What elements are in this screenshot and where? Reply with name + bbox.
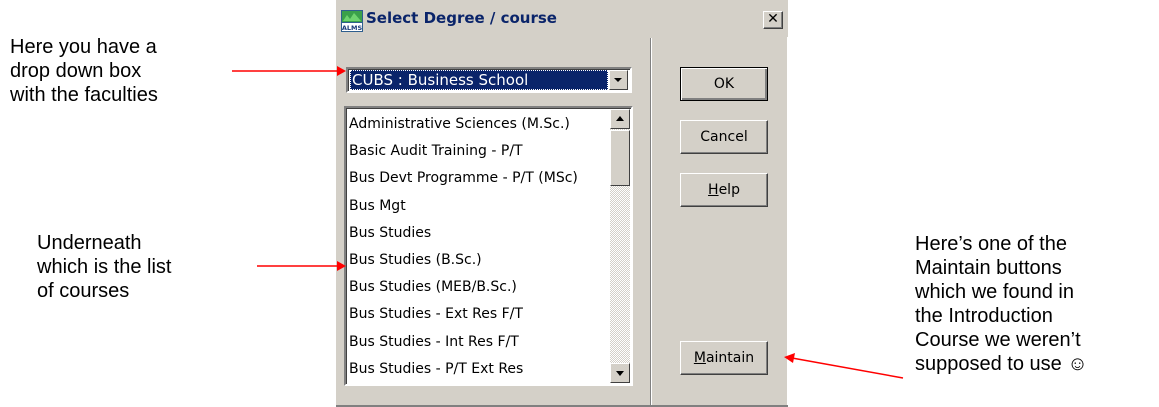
course-list-item[interactable]: Bus Devt Programme - P/T (MSc) xyxy=(349,165,611,192)
annotation-courses: Underneath which is the list of courses xyxy=(37,231,172,303)
annotation-line: of courses xyxy=(37,280,130,302)
faculty-dropdown-value: CUBS : Business School xyxy=(350,70,608,90)
annotation-faculties: Here you have a drop down box with the f… xyxy=(10,35,158,107)
course-list-item[interactable]: Bus Studies (B.Sc.) xyxy=(349,247,611,274)
annotation-line: Here you have a xyxy=(10,36,157,58)
app-icon-label: ALMS xyxy=(342,24,363,32)
arrow-to-maintain-button xyxy=(791,357,904,379)
annotation-line: drop down box xyxy=(10,60,142,82)
annotation-line: Maintain buttons xyxy=(915,257,1062,279)
course-list-items: Administrative Sciences (M.Sc.) Basic Aud… xyxy=(349,111,611,383)
annotation-line: supposed to use ☺ xyxy=(915,353,1088,375)
annotation-line: Here’s one of the xyxy=(915,233,1067,255)
alms-app-icon: ALMS xyxy=(341,10,363,32)
ok-button[interactable]: OK xyxy=(680,67,768,101)
course-list-item[interactable]: Bus Studies xyxy=(349,220,611,247)
annotation-line: Underneath xyxy=(37,232,142,254)
maintain-mnemonic: M xyxy=(693,350,706,366)
arrow-up-icon xyxy=(616,116,624,121)
faculty-dropdown[interactable]: CUBS : Business School xyxy=(346,67,632,93)
dialog-title: Select Degree / course xyxy=(366,9,557,27)
cancel-button[interactable]: Cancel xyxy=(680,120,768,154)
maintain-button[interactable]: Maintain xyxy=(680,341,768,375)
annotation-maintain: Here’s one of the Maintain buttons which… xyxy=(915,232,1088,376)
course-list-item[interactable]: Bus Studies - P/T Ext Res xyxy=(349,356,611,383)
help-mnemonic: H xyxy=(708,182,719,198)
vertical-divider xyxy=(650,38,652,406)
dropdown-button[interactable] xyxy=(609,70,628,90)
scroll-thumb[interactable] xyxy=(610,130,630,186)
annotation-line: Course we weren’t xyxy=(915,329,1081,351)
select-degree-dialog: ALMS Select Degree / course ✕ CUBS : Bus… xyxy=(335,0,788,407)
annotation-line: which we found in xyxy=(915,281,1074,303)
annotation-line: the Introduction xyxy=(915,305,1053,327)
course-list-item[interactable]: Bus Studies - Ext Res F/T xyxy=(349,301,611,328)
course-list-item[interactable]: Bus Studies (MEB/B.Sc.) xyxy=(349,274,611,301)
help-button-label: elp xyxy=(718,182,740,198)
help-button[interactable]: Help xyxy=(680,173,768,207)
course-list[interactable]: Administrative Sciences (M.Sc.) Basic Aud… xyxy=(344,106,633,386)
vertical-scrollbar[interactable] xyxy=(610,109,630,383)
ok-button-label: OK xyxy=(713,76,735,92)
close-icon: ✕ xyxy=(767,11,779,27)
course-list-item[interactable]: Bus Mgt xyxy=(349,193,611,220)
course-list-item[interactable]: Bus Studies - Int Res F/T xyxy=(349,329,611,356)
course-list-item[interactable]: Administrative Sciences (M.Sc.) xyxy=(349,111,611,138)
close-button[interactable]: ✕ xyxy=(763,11,783,29)
annotation-line: with the faculties xyxy=(10,84,158,106)
annotation-line: which is the list xyxy=(37,256,172,278)
maintain-button-label: aintain xyxy=(705,350,755,366)
title-bar[interactable]: ALMS Select Degree / course ✕ xyxy=(336,0,788,37)
arrow-down-icon xyxy=(616,371,624,376)
scroll-down-button[interactable] xyxy=(610,363,630,383)
course-list-item[interactable]: Basic Audit Training - P/T xyxy=(349,138,611,165)
cancel-button-label: Cancel xyxy=(700,129,748,145)
scroll-up-button[interactable] xyxy=(610,109,630,129)
chevron-down-icon xyxy=(614,78,622,82)
